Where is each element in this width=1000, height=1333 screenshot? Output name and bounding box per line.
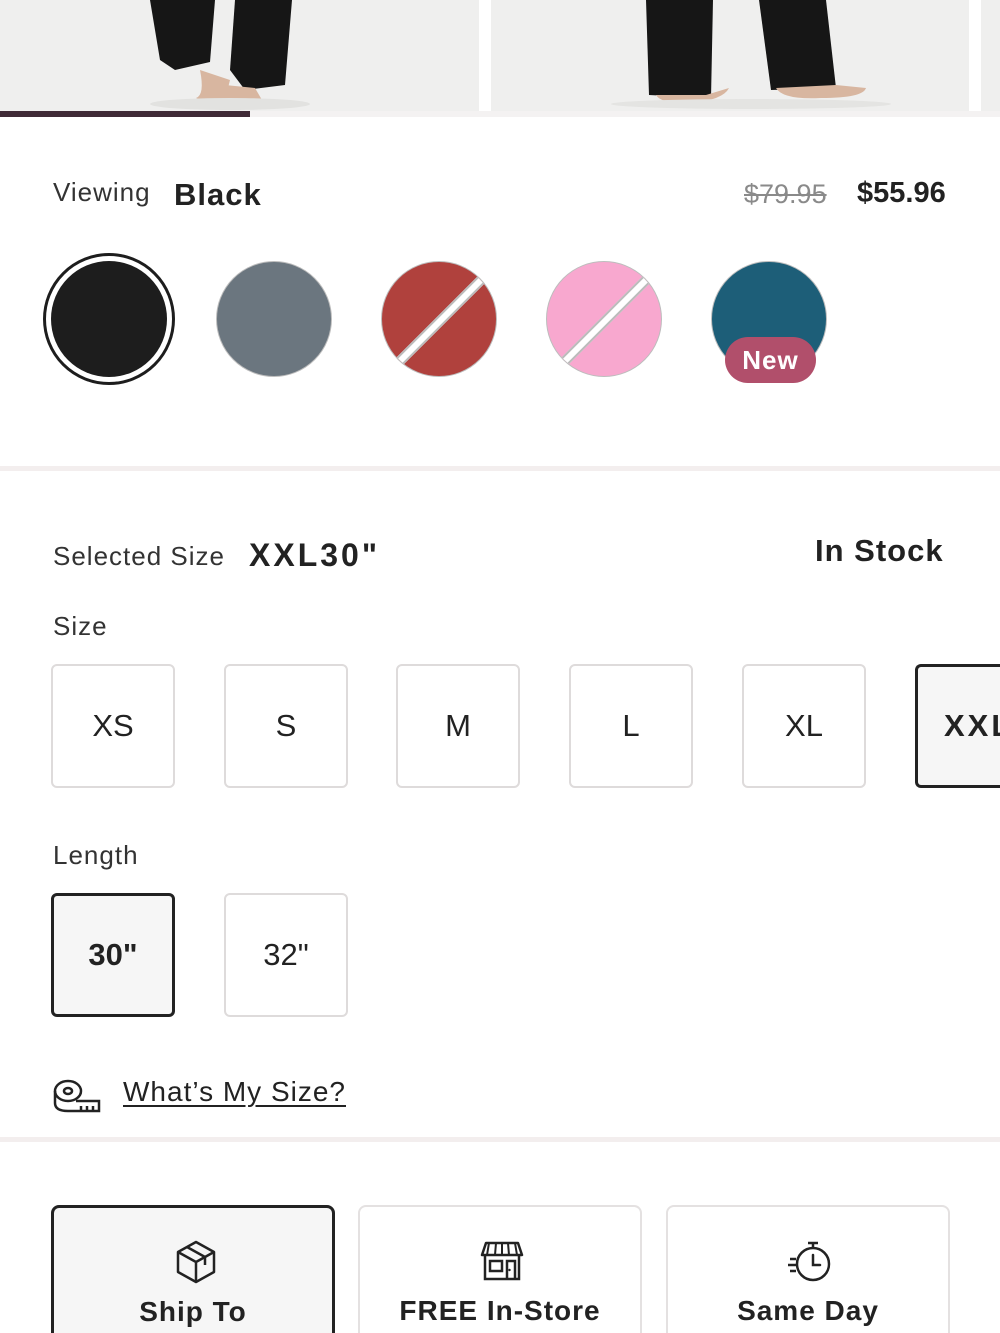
- viewing-label: Viewing: [53, 177, 151, 207]
- selected-color-name: Black: [174, 177, 262, 212]
- section-divider: [0, 466, 1000, 471]
- size-option-xl[interactable]: XL: [742, 664, 866, 788]
- size-option-m[interactable]: M: [396, 664, 520, 788]
- section-divider: [0, 1137, 1000, 1142]
- box-icon: [176, 1240, 216, 1284]
- swatch-red[interactable]: [381, 261, 497, 377]
- timer-icon: [788, 1241, 831, 1282]
- product-options-page: Viewing Black $79.95 $55.96 New Selected…: [0, 0, 1000, 1333]
- swatch-black[interactable]: [51, 261, 167, 377]
- size-option-s[interactable]: S: [224, 664, 348, 788]
- swatch-grey[interactable]: [216, 261, 332, 377]
- gallery-progress-track: [0, 111, 1000, 117]
- product-image-3[interactable]: [981, 0, 1000, 111]
- product-image-1[interactable]: [0, 0, 479, 111]
- size-group-label: Size: [53, 611, 108, 641]
- same-day-option[interactable]: Same Day: [666, 1205, 950, 1333]
- store-icon: [480, 1241, 524, 1281]
- length-option-32[interactable]: 32": [224, 893, 348, 1017]
- measuring-tape-icon: [53, 1079, 101, 1113]
- stock-status: In Stock: [815, 533, 944, 568]
- ship-to-option[interactable]: Ship To: [51, 1205, 335, 1333]
- selected-size-label: Selected Size: [53, 541, 225, 571]
- ship-to-label: Ship To: [139, 1296, 247, 1327]
- unavailable-slash: [382, 262, 496, 376]
- original-price: $79.95: [744, 179, 827, 209]
- same-day-label: Same Day: [737, 1295, 879, 1326]
- unavailable-slash: [547, 262, 661, 376]
- size-option-xs[interactable]: XS: [51, 664, 175, 788]
- whats-my-size-link[interactable]: What’s My Size?: [123, 1076, 346, 1108]
- gallery-progress-indicator: [0, 111, 250, 117]
- free-in-store-option[interactable]: FREE In-Store: [358, 1205, 642, 1333]
- size-option-xxl[interactable]: XXL: [915, 664, 1000, 788]
- swatch-pink[interactable]: [546, 261, 662, 377]
- product-image-gallery[interactable]: [0, 0, 1000, 117]
- length-group-label: Length: [53, 840, 139, 870]
- length-option-30[interactable]: 30": [51, 893, 175, 1017]
- free-in-store-label: FREE In-Store: [399, 1295, 601, 1326]
- new-badge: New: [725, 337, 816, 383]
- product-image-2[interactable]: [491, 0, 969, 111]
- selected-size-value: XXL30": [249, 537, 380, 573]
- sale-price: $55.96: [857, 177, 946, 209]
- size-option-l[interactable]: L: [569, 664, 693, 788]
